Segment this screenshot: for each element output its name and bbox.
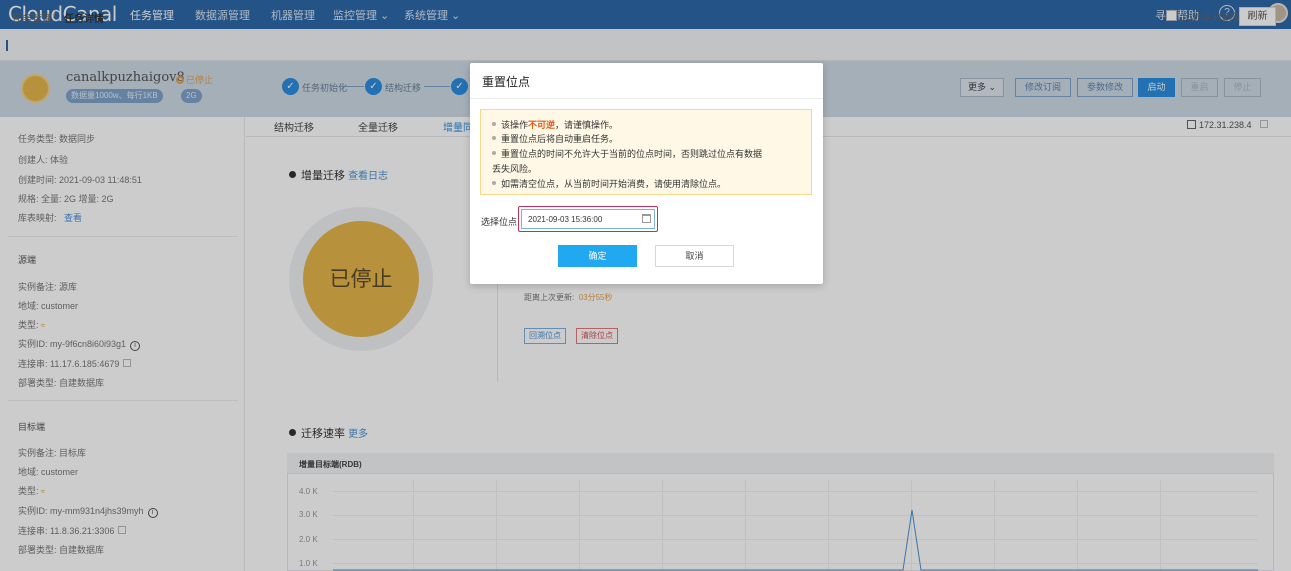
warning-line-cont: 丢失风险。 — [492, 164, 538, 174]
warning-line: 重置位点的时间不允许大于当前的位点时间，否则跳过位点有数据 — [492, 147, 762, 160]
warning-line: 重置位点后将自动重启任务。 — [492, 132, 618, 145]
dialog-title: 重置位点 — [482, 75, 531, 89]
warning-line: 该操作不可逆，请谨慎操作。 — [492, 118, 618, 131]
confirm-button[interactable]: 确定 — [558, 245, 637, 267]
warning-line: 如需清空位点，从当前时间开始消费，请使用清除位点。 — [492, 177, 726, 190]
position-label: 选择位点 — [481, 217, 518, 227]
cancel-button[interactable]: 取消 — [655, 245, 734, 267]
calendar-icon[interactable] — [642, 214, 651, 223]
datetime-picker-input[interactable]: 2021-09-03 15:36:00 — [521, 209, 655, 229]
